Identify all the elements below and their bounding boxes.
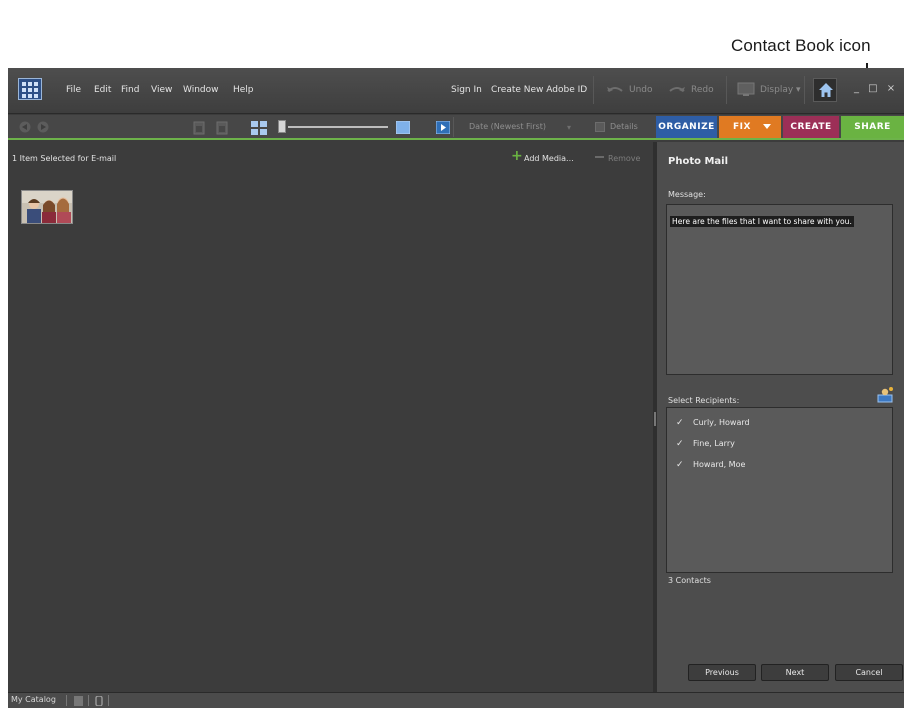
photo-thumbnail[interactable] bbox=[21, 190, 73, 224]
divider bbox=[804, 76, 805, 104]
attachment-icon[interactable] bbox=[95, 696, 103, 706]
forward-icon[interactable] bbox=[36, 121, 50, 133]
contact-book-callout-label: Contact Book icon bbox=[731, 36, 871, 55]
slideshow-icon[interactable] bbox=[436, 121, 450, 134]
menu-window[interactable]: Window bbox=[183, 85, 219, 95]
photo-mail-panel: Photo Mail Message: Here are the files t… bbox=[657, 142, 904, 692]
grid-view-icon[interactable] bbox=[251, 121, 267, 135]
sort-order-select[interactable]: Date (Newest First) ▾ bbox=[463, 120, 579, 135]
recipient-item[interactable]: ✓ Curly, Howard bbox=[667, 412, 892, 433]
sort-order-value: Date (Newest First) bbox=[469, 122, 546, 131]
slider-thumb[interactable] bbox=[278, 120, 286, 133]
tab-share[interactable]: SHARE bbox=[841, 116, 904, 138]
display-menu[interactable]: Display ▾ bbox=[760, 85, 801, 95]
catalog-icon[interactable] bbox=[74, 696, 83, 706]
status-bar: My Catalog bbox=[8, 692, 904, 708]
organizer-window: File Edit Find View Window Help Sign In … bbox=[8, 68, 904, 708]
display-icon bbox=[737, 82, 755, 96]
menu-view[interactable]: View bbox=[151, 85, 172, 95]
figure: Contact Book icon File Edit Find View Wi… bbox=[0, 0, 907, 708]
details-checkbox[interactable] bbox=[595, 122, 605, 132]
dropdown-arrow-icon: ▾ bbox=[566, 123, 571, 132]
undo-button[interactable]: Undo bbox=[629, 85, 653, 95]
catalog-name[interactable]: My Catalog bbox=[11, 695, 56, 704]
tab-create[interactable]: CREATE bbox=[783, 116, 839, 138]
chevron-down-icon bbox=[763, 124, 771, 129]
recipients-list: ✓ Curly, Howard ✓ Fine, Larry ✓ Howard, … bbox=[666, 407, 893, 573]
single-photo-view-icon[interactable] bbox=[396, 121, 410, 134]
thumbnail-size-slider[interactable] bbox=[288, 126, 388, 128]
redo-icon bbox=[669, 87, 685, 92]
tab-fix-label: FIX bbox=[733, 122, 751, 132]
check-icon[interactable]: ✓ bbox=[676, 460, 686, 470]
check-icon[interactable]: ✓ bbox=[676, 418, 686, 428]
selection-status: 1 Item Selected for E-mail bbox=[12, 154, 117, 163]
family-photo bbox=[22, 191, 72, 223]
divider bbox=[66, 695, 67, 706]
remove-button[interactable]: Remove bbox=[608, 154, 640, 163]
sign-in-link[interactable]: Sign In bbox=[451, 85, 482, 95]
panel-title: Photo Mail bbox=[668, 156, 729, 167]
redo-button[interactable]: Redo bbox=[691, 85, 714, 95]
window-controls[interactable]: _ □ × bbox=[854, 83, 898, 94]
recipient-name: Fine, Larry bbox=[693, 439, 735, 448]
undo-icon bbox=[607, 87, 623, 92]
menubar: File Edit Find View Window Help Sign In … bbox=[8, 68, 904, 114]
message-textarea[interactable]: Here are the files that I want to share … bbox=[666, 204, 893, 375]
menu-file[interactable]: File bbox=[66, 85, 81, 95]
contact-count: 3 Contacts bbox=[668, 576, 711, 585]
next-button[interactable]: Next bbox=[761, 664, 829, 681]
recipient-name: Howard, Moe bbox=[693, 460, 746, 469]
divider bbox=[726, 76, 727, 104]
add-media-button[interactable]: Add Media... bbox=[524, 154, 574, 163]
rotate-left-icon[interactable] bbox=[192, 121, 206, 135]
message-label: Message: bbox=[668, 190, 706, 199]
divider bbox=[108, 695, 109, 706]
remove-icon bbox=[595, 156, 604, 158]
cancel-button[interactable]: Cancel bbox=[835, 664, 903, 681]
home-button[interactable] bbox=[813, 78, 837, 102]
contact-book-icon[interactable] bbox=[876, 386, 894, 403]
menu-find[interactable]: Find bbox=[121, 85, 139, 95]
add-icon: + bbox=[511, 148, 523, 164]
tab-organize[interactable]: ORGANIZE bbox=[656, 116, 717, 138]
media-panel: 1 Item Selected for E-mail + Add Media..… bbox=[8, 142, 653, 692]
recipient-item[interactable]: ✓ Howard, Moe bbox=[667, 454, 892, 475]
details-label: Details bbox=[610, 122, 638, 131]
menu-edit[interactable]: Edit bbox=[94, 85, 111, 95]
divider bbox=[453, 117, 454, 137]
divider bbox=[88, 695, 89, 706]
message-text: Here are the files that I want to share … bbox=[670, 216, 854, 227]
create-adobe-id-link[interactable]: Create New Adobe ID bbox=[491, 85, 587, 95]
menu-help[interactable]: Help bbox=[233, 85, 254, 95]
recipient-name: Curly, Howard bbox=[693, 418, 750, 427]
previous-button[interactable]: Previous bbox=[688, 664, 756, 681]
recipients-label: Select Recipients: bbox=[668, 396, 740, 405]
recipient-item[interactable]: ✓ Fine, Larry bbox=[667, 433, 892, 454]
divider bbox=[593, 76, 594, 104]
back-icon[interactable] bbox=[18, 121, 32, 133]
toolbar: Date (Newest First) ▾ Details ORGANIZE FI… bbox=[8, 115, 904, 140]
rotate-right-icon[interactable] bbox=[215, 121, 229, 135]
app-logo-icon[interactable] bbox=[18, 78, 42, 100]
check-icon[interactable]: ✓ bbox=[676, 439, 686, 449]
home-icon bbox=[819, 83, 833, 97]
tab-fix[interactable]: FIX bbox=[719, 116, 781, 138]
